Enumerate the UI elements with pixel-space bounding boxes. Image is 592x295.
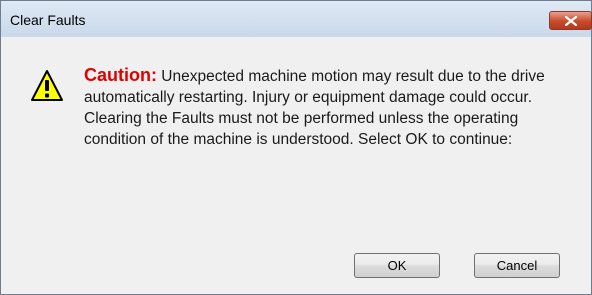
close-icon: [565, 16, 577, 26]
ok-button[interactable]: OK: [354, 253, 440, 278]
cancel-button[interactable]: Cancel: [474, 253, 560, 278]
window-title: Clear Faults: [10, 12, 86, 28]
title-bar[interactable]: Clear Faults: [1, 1, 592, 37]
dialog-body: Caution: Unexpected machine motion may r…: [9, 37, 583, 286]
caution-label: Caution:: [84, 65, 157, 85]
warning-icon: [31, 70, 63, 101]
caution-message: Caution: Unexpected machine motion may r…: [84, 65, 574, 150]
clear-faults-dialog: Clear Faults Caution: Unexpected machine…: [0, 0, 592, 295]
close-button[interactable]: [549, 11, 592, 30]
